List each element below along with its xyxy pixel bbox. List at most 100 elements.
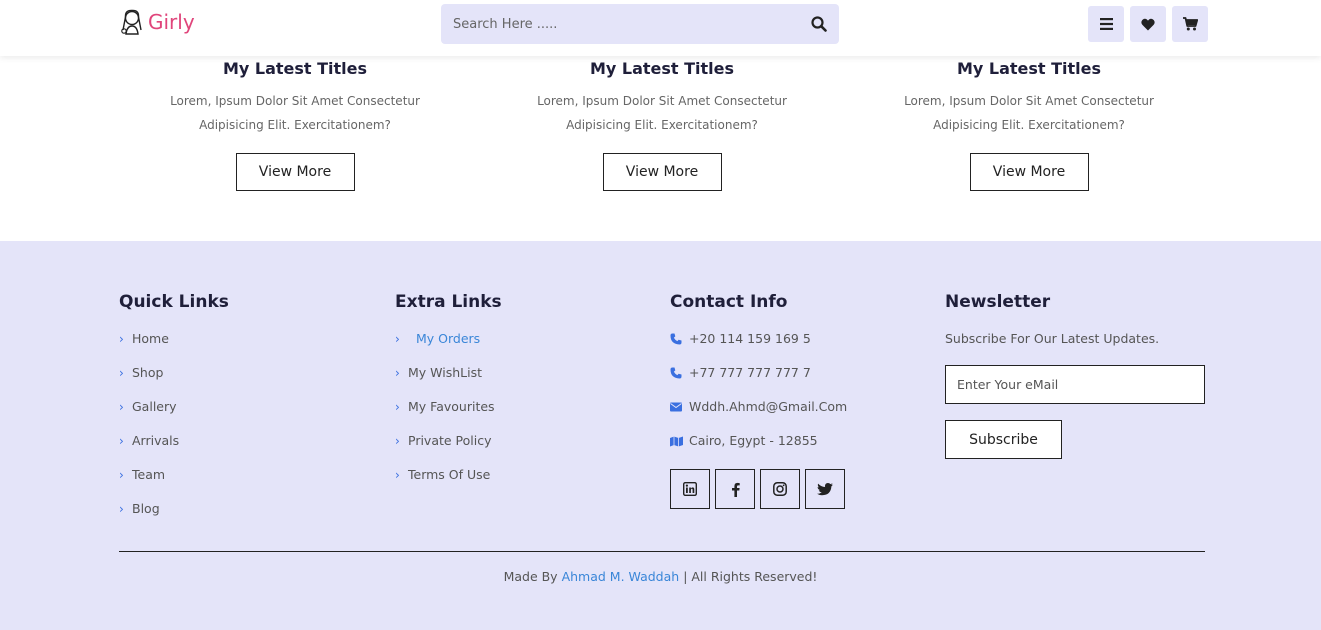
- linkedin-icon: [683, 482, 697, 496]
- quick-link-home[interactable]: › Home: [119, 331, 229, 365]
- quick-link-shop[interactable]: › Shop: [119, 365, 229, 399]
- heart-icon: [1141, 18, 1155, 30]
- latest-titles-section: My Latest Titles Lorem, Ipsum Dolor Sit …: [0, 56, 1321, 241]
- site-footer: Quick Links › Home › Shop › Gallery › Arriva…: [0, 241, 1321, 630]
- title-card: My Latest Titles Lorem, Ipsum Dolor Sit …: [125, 56, 465, 191]
- link-label: Home: [132, 331, 169, 346]
- card-title: My Latest Titles: [956, 59, 1102, 78]
- chevron-right-icon: ›: [395, 434, 400, 448]
- extra-link-terms[interactable]: › Terms Of Use: [395, 467, 502, 501]
- chevron-right-icon: ›: [395, 332, 400, 346]
- menu-icon: [1099, 18, 1113, 30]
- header-actions: [1088, 6, 1208, 42]
- link-label: Private Policy: [408, 433, 492, 448]
- search-button[interactable]: [809, 14, 829, 34]
- chevron-right-icon: ›: [119, 332, 124, 346]
- extra-links-title: Extra Links: [395, 292, 502, 312]
- twitter-icon: [817, 482, 833, 495]
- instagram-icon: [773, 482, 787, 496]
- extra-links-list: › My Orders › My WishList › My Favourites ›…: [395, 331, 502, 501]
- quick-link-arrivals[interactable]: › Arrivals: [119, 433, 229, 467]
- extra-link-private-policy[interactable]: › Private Policy: [395, 433, 502, 467]
- envelope-icon: [670, 399, 689, 415]
- view-more-button[interactable]: View More: [235, 153, 355, 191]
- menu-button[interactable]: [1088, 6, 1124, 42]
- card-text: Lorem, Ipsum Dolor Sit Amet Consectetur …: [170, 94, 420, 132]
- link-label: Blog: [132, 501, 160, 516]
- extra-link-wishlist[interactable]: › My WishList: [395, 365, 502, 399]
- subscribe-button[interactable]: Subscribe: [945, 420, 1062, 459]
- link-label: Arrivals: [132, 433, 180, 448]
- search-input[interactable]: [441, 4, 781, 44]
- chevron-right-icon: ›: [395, 468, 400, 482]
- contact-phone-2[interactable]: +77 777 777 777 7: [670, 365, 847, 399]
- quick-link-gallery[interactable]: › Gallery: [119, 399, 229, 433]
- link-label: My WishList: [408, 365, 482, 380]
- link-label: Team: [132, 467, 166, 482]
- quick-link-team[interactable]: › Team: [119, 467, 229, 501]
- card-text: Lorem, Ipsum Dolor Sit Amet Consectetur …: [904, 94, 1154, 132]
- credit-prefix: Made By: [503, 569, 558, 584]
- newsletter-column: Newsletter Subscribe For Our Latest Upda…: [945, 291, 1205, 459]
- title-card: My Latest Titles Lorem, Ipsum Dolor Sit …: [492, 56, 832, 191]
- social-links: [670, 469, 847, 509]
- facebook-link[interactable]: [715, 469, 755, 509]
- extra-links-column: Extra Links › My Orders › My WishList › My …: [395, 291, 502, 501]
- map-icon: [670, 433, 689, 449]
- newsletter-title: Newsletter: [945, 292, 1051, 312]
- chevron-right-icon: ›: [119, 502, 124, 516]
- girl-logo-icon: [121, 9, 142, 35]
- contact-email[interactable]: Wddh.Ahmd@Gmail.Com: [670, 399, 847, 433]
- contact-text: +77 777 777 777 7: [689, 365, 811, 380]
- chevron-right-icon: ›: [395, 400, 400, 414]
- contact-info-title: Contact Info: [670, 292, 788, 312]
- footer-divider: [119, 551, 1205, 552]
- extra-link-favourites[interactable]: › My Favourites: [395, 399, 502, 433]
- logo-text: Girly: [148, 10, 195, 34]
- author-link[interactable]: Ahmad M. Waddah: [562, 569, 680, 584]
- chevron-right-icon: ›: [119, 366, 124, 380]
- search-bar: [441, 4, 839, 44]
- footer-credit: Made By Ahmad M. Waddah | All Rights Res…: [0, 569, 1321, 584]
- title-card: My Latest Titles Lorem, Ipsum Dolor Sit …: [859, 56, 1199, 191]
- quick-links-title: Quick Links: [119, 292, 229, 312]
- link-label: Shop: [132, 365, 164, 380]
- phone-icon: [670, 365, 689, 381]
- link-label: Gallery: [132, 399, 177, 414]
- phone-icon: [670, 331, 689, 347]
- logo[interactable]: Girly: [119, 8, 195, 36]
- twitter-link[interactable]: [805, 469, 845, 509]
- card-title: My Latest Titles: [589, 59, 735, 78]
- instagram-link[interactable]: [760, 469, 800, 509]
- email-field[interactable]: [945, 365, 1205, 404]
- cart-button[interactable]: [1172, 6, 1208, 42]
- link-label: My Favourites: [408, 399, 495, 414]
- contact-text: +20 114 159 169 5: [689, 331, 811, 346]
- contact-phone-1[interactable]: +20 114 159 169 5: [670, 331, 847, 365]
- view-more-button[interactable]: View More: [602, 153, 722, 191]
- contact-info-column: Contact Info +20 114 159 169 5 +77 777 7…: [670, 291, 847, 509]
- linkedin-link[interactable]: [670, 469, 710, 509]
- chevron-right-icon: ›: [119, 468, 124, 482]
- view-more-button[interactable]: View More: [969, 153, 1089, 191]
- extra-link-my-orders[interactable]: › My Orders: [395, 331, 502, 365]
- cart-icon: [1182, 17, 1198, 31]
- card-text: Lorem, Ipsum Dolor Sit Amet Consectetur …: [537, 94, 787, 132]
- contact-address[interactable]: Cairo, Egypt - 12855: [670, 433, 847, 467]
- link-label: My Orders: [416, 331, 481, 346]
- quick-link-blog[interactable]: › Blog: [119, 501, 229, 535]
- contact-text: Cairo, Egypt - 12855: [689, 433, 818, 448]
- contact-text: Wddh.Ahmd@Gmail.Com: [689, 399, 848, 414]
- quick-links-column: Quick Links › Home › Shop › Gallery › Arriva…: [119, 291, 229, 535]
- quick-links-list: › Home › Shop › Gallery › Arrivals › Team › Bl…: [119, 331, 229, 535]
- contact-list: +20 114 159 169 5 +77 777 777 777 7 Wddh…: [670, 331, 847, 467]
- search-icon: [811, 16, 827, 32]
- chevron-right-icon: ›: [119, 434, 124, 448]
- card-title: My Latest Titles: [222, 59, 368, 78]
- newsletter-text: Subscribe For Our Latest Updates.: [945, 331, 1160, 346]
- wishlist-button[interactable]: [1130, 6, 1166, 42]
- chevron-right-icon: ›: [119, 400, 124, 414]
- credit-suffix: | All Rights Reserved!: [683, 569, 818, 584]
- link-label: Terms Of Use: [408, 467, 491, 482]
- facebook-icon: [731, 482, 740, 497]
